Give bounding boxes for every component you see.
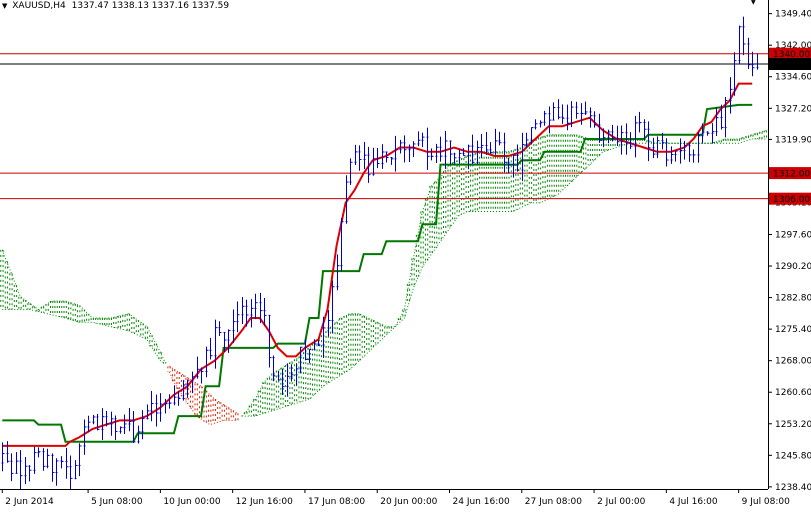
senkou-span-a-line <box>1 249 166 363</box>
y-tick-label: 1275.40 <box>775 325 811 335</box>
x-tick-label: 17 Jun 08:00 <box>308 497 365 507</box>
y-tick-label: 1319.90 <box>775 135 811 145</box>
price-labels: 1340.001337.591312.001306.00 <box>769 47 811 205</box>
y-tick-label: 1253.20 <box>775 420 811 430</box>
ohlc-values: 1337.47 1338.13 1337.16 1337.59 <box>71 1 230 11</box>
support-1306-label: 1306.00 <box>773 195 810 205</box>
y-tick-label: 1245.80 <box>775 451 811 461</box>
y-tick-label: 1327.20 <box>775 104 811 114</box>
ichimoku-cloud <box>0 129 768 426</box>
corner-marker-icon: ▼ <box>751 0 756 6</box>
price-chart[interactable]: 1349.401342.001334.601327.201319.901312.… <box>0 0 811 516</box>
y-tick-label: 1282.80 <box>775 294 811 304</box>
symbol-timeframe: XAUUSD,H4 <box>12 1 66 11</box>
x-tick-label: 10 Jun 00:00 <box>163 497 220 507</box>
x-tick-label: 4 Jul 16:00 <box>669 497 718 507</box>
x-tick-label: 2 Jul 00:00 <box>597 497 646 507</box>
senkou-span-b-line <box>241 138 766 417</box>
x-tick-label: 2 Jun 2014 <box>5 497 54 507</box>
y-tick-label: 1349.40 <box>775 10 811 20</box>
horizontal-levels[interactable] <box>0 53 768 200</box>
chart-window[interactable]: 1349.401342.001334.601327.201319.901312.… <box>0 0 811 516</box>
chart-header: ▼ XAUUSD,H4 1337.47 1338.13 1337.16 1337… <box>2 0 229 12</box>
x-tick-label: 9 Jul 08:00 <box>742 497 791 507</box>
y-tick-label: 1260.60 <box>775 388 811 398</box>
y-tick-label: 1290.20 <box>775 262 811 272</box>
x-tick-label: 12 Jun 16:00 <box>236 497 293 507</box>
y-tick-label: 1334.60 <box>775 73 811 83</box>
senkou-span-b-line <box>2 309 166 364</box>
x-tick-label: 27 Jun 08:00 <box>525 497 582 507</box>
tenkan-sen <box>2 82 753 447</box>
y-tick-label: 1297.60 <box>775 230 811 240</box>
axes: 1349.401342.001334.601327.201319.901312.… <box>0 0 811 507</box>
dropdown-triangle-icon[interactable]: ▼ <box>2 0 7 12</box>
y-tick-label: 1238.40 <box>775 483 811 493</box>
x-tick-label: 5 Jun 08:00 <box>91 497 143 507</box>
y-tick-label: 1268.00 <box>775 357 811 367</box>
x-tick-label: 24 Jun 16:00 <box>453 497 510 507</box>
tenkan-sen-line <box>2 82 753 447</box>
current-price-label: 1337.59 <box>773 60 810 70</box>
x-tick-label: 20 Jun 00:00 <box>380 497 437 507</box>
support-1312-label: 1312.00 <box>773 170 810 180</box>
